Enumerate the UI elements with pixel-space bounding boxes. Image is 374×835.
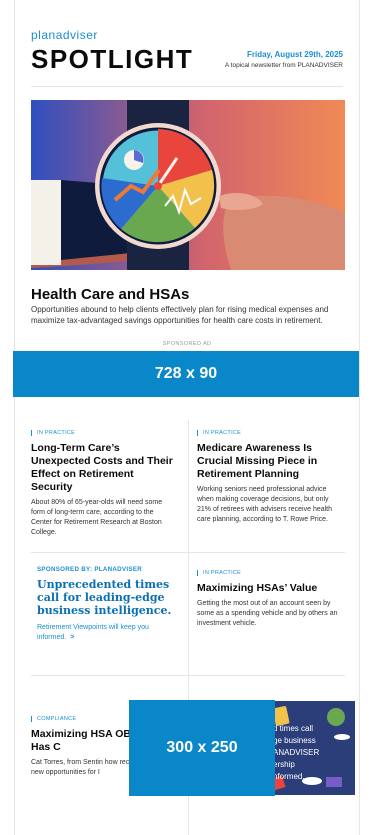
article-summary: About 80% of 65-year-olds will need some…: [31, 499, 163, 536]
sponsor-kicker: SPONSORED BY: PLANADVISER: [37, 566, 143, 573]
article-title[interactable]: Maximizing HSA OBBB Act Has C: [31, 728, 176, 754]
grid-divider-row1: [31, 552, 345, 553]
grid-divider-vertical: [188, 420, 189, 835]
article-summary: Cat Torres, from Sentin how recent devel…: [31, 759, 176, 776]
sponsor-title[interactable]: Unprecedented times call for leading-edg…: [37, 578, 182, 617]
chevron-right-icon: >: [70, 634, 75, 641]
newsletter-subtitle: A topical newsletter from PLANADVISER: [224, 62, 343, 69]
sponsored-ad-label: SPONSORED AD: [162, 341, 212, 347]
grid-divider-row2: [31, 675, 345, 676]
feature-description: Opportunities abound to help clients eff…: [31, 305, 329, 325]
sponsored-card[interactable]: SPONSORED BY: PLANADVISER Unprecedented …: [37, 566, 182, 643]
article-card[interactable]: IN PRACTICE Maximizing HSAs’ Value Getti…: [197, 570, 342, 629]
article-kicker: IN PRACTICE: [31, 430, 176, 436]
article-kicker: IN PRACTICE: [197, 430, 342, 436]
article-card[interactable]: IN PRACTICE Long-Term Care’s Unexpected …: [31, 430, 176, 538]
newsletter-page: planadviser SPOTLIGHT Friday, August 29t…: [13, 0, 360, 835]
sponsor-text-label: Retirement Viewpoints will keep you info…: [37, 624, 149, 641]
article-kicker: COMPLIANCE: [31, 716, 176, 722]
leaderboard-ad[interactable]: 728 x 90: [13, 351, 359, 397]
article-kicker: IN PRACTICE: [197, 570, 342, 576]
article-card[interactable]: COMPLIANCE Maximizing HSA OBBB Act Has C…: [31, 716, 176, 778]
issue-date: Friday, August 29th, 2025: [246, 50, 343, 59]
article-title[interactable]: Maximizing HSAs’ Value: [197, 582, 342, 595]
article-grid: IN PRACTICE Long-Term Care’s Unexpected …: [31, 420, 345, 835]
brand-logo[interactable]: planadviser: [31, 28, 98, 42]
article-summary: Working seniors need professional advice…: [197, 486, 333, 523]
header-divider: [31, 86, 343, 87]
feature-heading[interactable]: Health Care and HSAs: [31, 286, 189, 303]
hero-image[interactable]: [31, 100, 345, 270]
article-title[interactable]: Long-Term Care’s Unexpected Costs and Th…: [31, 442, 176, 494]
article-summary: Getting the most out of an account seen …: [197, 600, 338, 627]
watch-illustration: [31, 100, 345, 270]
sponsor-text[interactable]: Retirement Viewpoints will keep you info…: [37, 623, 182, 643]
newsletter-title: SPOTLIGHT: [31, 44, 194, 74]
article-title[interactable]: Medicare Awareness Is Crucial Missing Pi…: [197, 442, 342, 481]
article-card[interactable]: IN PRACTICE Medicare Awareness Is Crucia…: [197, 430, 342, 525]
header: planadviser SPOTLIGHT Friday, August 29t…: [15, 0, 359, 87]
